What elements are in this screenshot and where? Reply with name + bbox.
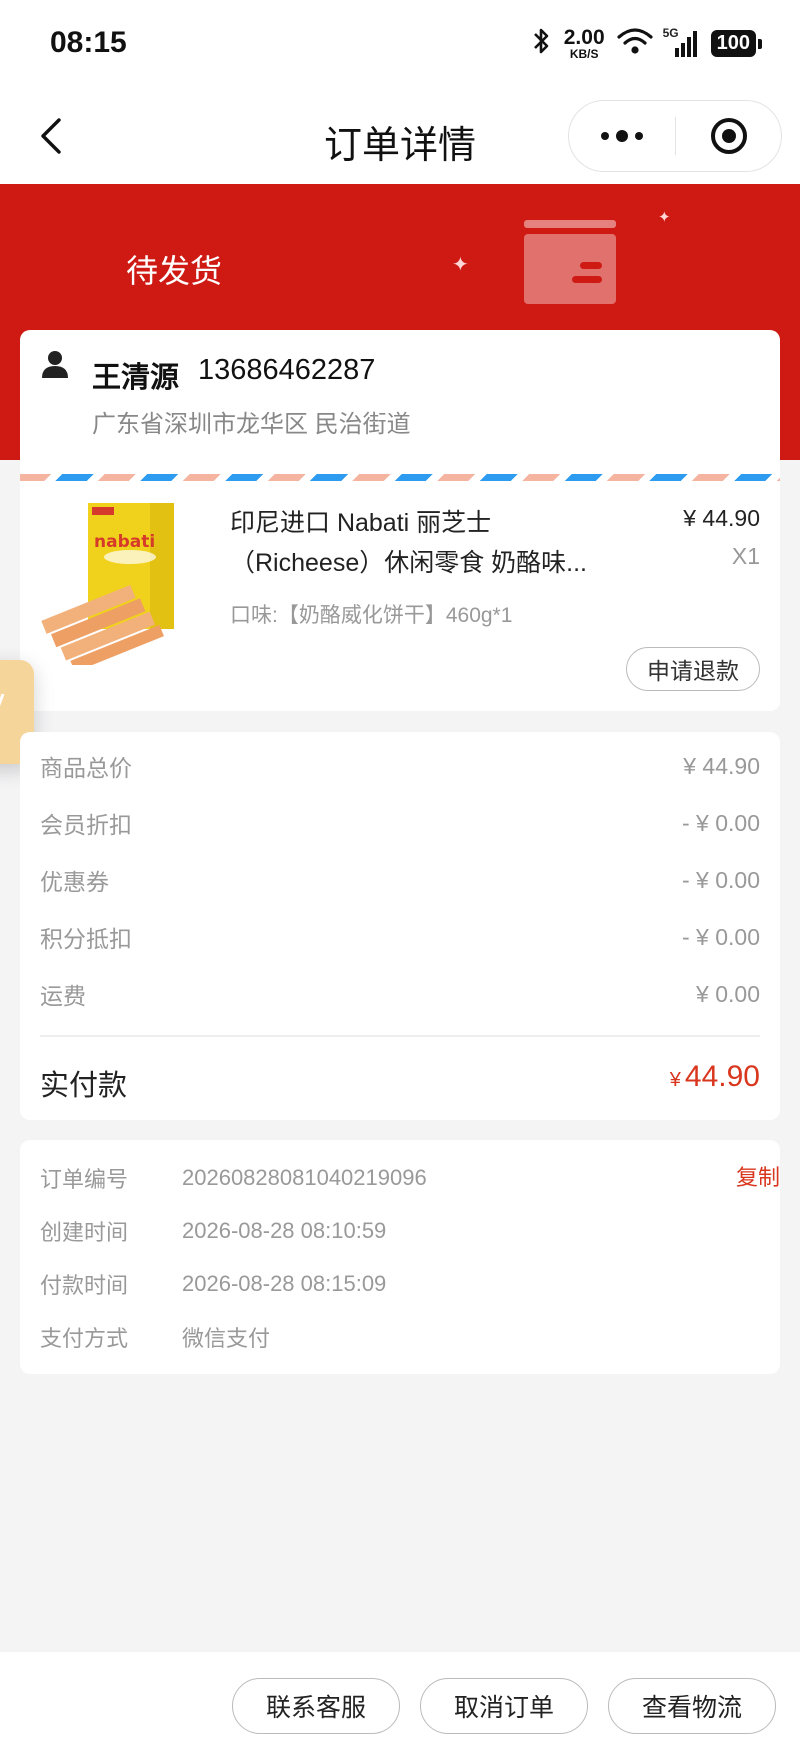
product-quantity: X1 bbox=[731, 543, 760, 569]
net-speed-unit: KB/S bbox=[569, 47, 599, 61]
divider bbox=[40, 1035, 760, 1037]
price-row-value: - ¥ 0.00 bbox=[682, 923, 760, 950]
currency-symbol: ¥ bbox=[669, 1069, 681, 1091]
price-row-label: 商品总价 bbox=[40, 755, 132, 781]
net-speed-value: 2.00 bbox=[563, 26, 605, 49]
payment-method-value: 微信支付 bbox=[182, 1326, 271, 1351]
created-time-label: 创建时间 bbox=[40, 1220, 129, 1245]
contact-service-button[interactable]: 联系客服 bbox=[232, 1678, 400, 1734]
created-time-value: 2026-08-28 08:10:59 bbox=[182, 1218, 387, 1243]
status-time: 08:15 bbox=[50, 26, 127, 59]
refund-button[interactable]: 申请退款 bbox=[626, 647, 760, 691]
more-dots-icon bbox=[601, 130, 643, 142]
price-row-value: - ¥ 0.00 bbox=[682, 866, 760, 893]
recipient-address: 广东省深圳市龙华区 民治街道 bbox=[92, 411, 411, 438]
order-info-row: 订单编号 20260828081040219096 bbox=[40, 1160, 760, 1196]
bluetooth-icon bbox=[532, 26, 552, 61]
price-row: 运费 ¥ 0.00 bbox=[40, 974, 760, 1014]
price-row-value: - ¥ 0.00 bbox=[682, 809, 760, 836]
view-logistics-button[interactable]: 查看物流 bbox=[608, 1678, 776, 1734]
more-button[interactable] bbox=[569, 101, 675, 171]
bottom-action-bar: 联系客服 取消订单 查看物流 bbox=[0, 1652, 800, 1760]
mini-program-capsule bbox=[568, 100, 782, 172]
chevron-left-icon bbox=[41, 118, 61, 154]
envelope-stripe bbox=[20, 474, 780, 481]
sparkle-icon: ✦ bbox=[658, 209, 671, 226]
order-info-row: 支付方式 微信支付 bbox=[40, 1319, 760, 1355]
product-spec: 口味:【奶酪威化饼干】460g*1 bbox=[230, 604, 513, 627]
order-info-row: 付款时间 2026-08-28 08:15:09 bbox=[40, 1266, 760, 1302]
price-row-label: 运费 bbox=[40, 983, 86, 1009]
sparkle-icon: ✦ bbox=[452, 254, 469, 276]
price-summary-card: 商品总价 ¥ 44.90 会员折扣 - ¥ 0.00 优惠券 - ¥ 0.00 … bbox=[20, 732, 780, 1120]
price-row-label: 会员折扣 bbox=[40, 812, 132, 838]
order-number-value: 20260828081040219096 bbox=[182, 1165, 427, 1190]
person-icon bbox=[42, 350, 68, 385]
recipient-name: 王清源 bbox=[92, 362, 180, 394]
total-paid-value: ¥44.90 bbox=[670, 1060, 760, 1094]
price-row-label: 优惠券 bbox=[40, 869, 109, 895]
price-row-value: ¥ 0.00 bbox=[696, 980, 760, 1007]
wifi-icon bbox=[617, 27, 653, 60]
nav-bar: 订单详情 bbox=[0, 90, 800, 184]
product-price: ¥ 44.90 bbox=[683, 505, 760, 531]
target-circle-icon bbox=[710, 118, 747, 154]
status-icons: 2.00 KB/S 5G 100 bbox=[532, 26, 763, 61]
product-card[interactable]: nabati 印尼进口 Nabati 丽芝士（Richeese）休闲零食 奶酪味… bbox=[20, 481, 780, 711]
price-row-label: 积分抵扣 bbox=[40, 926, 132, 952]
price-row: 会员折扣 - ¥ 0.00 bbox=[40, 803, 760, 843]
back-button[interactable] bbox=[24, 108, 80, 164]
paid-time-label: 付款时间 bbox=[40, 1273, 129, 1298]
price-row: 积分抵扣 - ¥ 0.00 bbox=[40, 917, 760, 957]
payment-method-label: 支付方式 bbox=[40, 1326, 129, 1351]
price-row: 优惠券 - ¥ 0.00 bbox=[40, 860, 760, 900]
floating-tab-icon bbox=[0, 694, 14, 724]
copy-order-number-button[interactable]: 复制 bbox=[736, 1160, 780, 1192]
order-number-label: 订单编号 bbox=[40, 1167, 129, 1192]
network-type: 5G bbox=[662, 25, 679, 40]
recipient-phone: 13686462287 bbox=[198, 354, 376, 386]
paid-time-value: 2026-08-28 08:15:09 bbox=[182, 1271, 387, 1296]
price-row: 商品总价 ¥ 44.90 bbox=[40, 746, 760, 786]
price-row-value: ¥ 44.90 bbox=[683, 752, 760, 779]
product-image[interactable]: nabati bbox=[40, 497, 190, 673]
product-brand-text: nabati bbox=[94, 532, 155, 552]
address-card[interactable]: 王清源 13686462287 广东省深圳市龙华区 民治街道 bbox=[20, 330, 780, 480]
battery-icon: 100 bbox=[710, 30, 763, 57]
cancel-order-button[interactable]: 取消订单 bbox=[420, 1678, 588, 1734]
product-title[interactable]: 印尼进口 Nabati 丽芝士（Richeese）休闲零食 奶酪味... bbox=[230, 503, 630, 583]
total-paid-amount: 44.90 bbox=[684, 1060, 760, 1093]
order-info-card: 订单编号 20260828081040219096 创建时间 2026-08-2… bbox=[20, 1140, 780, 1374]
close-mini-program-button[interactable] bbox=[676, 101, 781, 171]
cellular-signal-icon: 5G bbox=[663, 26, 699, 58]
total-paid-label: 实付款 bbox=[40, 1070, 128, 1102]
status-bar: 08:15 2.00 KB/S 5G 100 bbox=[0, 0, 800, 90]
order-info-row: 创建时间 2026-08-28 08:10:59 bbox=[40, 1213, 760, 1249]
package-icon bbox=[524, 220, 616, 304]
order-status-text: 待发货 bbox=[126, 253, 223, 289]
network-speed: 2.00 KB/S bbox=[564, 27, 605, 60]
